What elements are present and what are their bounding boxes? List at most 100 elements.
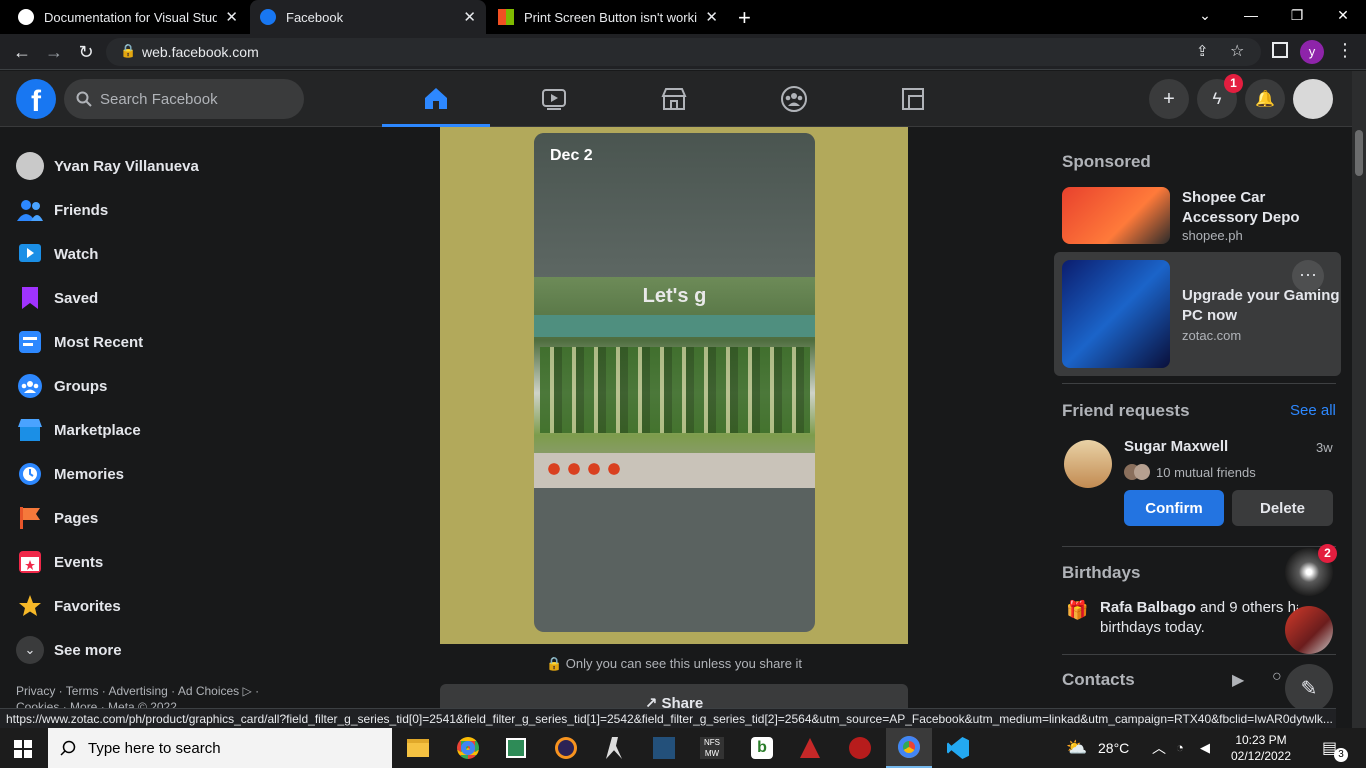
- eclipse-icon[interactable]: [546, 732, 586, 764]
- minimize-button[interactable]: —: [1228, 0, 1274, 30]
- wifi-icon[interactable]: ◔: [1176, 740, 1184, 755]
- close-icon[interactable]: ✕: [705, 8, 718, 26]
- weather-temp[interactable]: 28°C: [1098, 740, 1129, 756]
- maximize-button[interactable]: ❐: [1274, 0, 1320, 30]
- sidebar-see-more[interactable]: ⌄ See more: [16, 632, 122, 668]
- nav-home[interactable]: [382, 71, 490, 127]
- chrome-icon[interactable]: [448, 732, 488, 764]
- clock-time: 10:23 PM: [1235, 733, 1287, 747]
- address-bar[interactable]: 🔒 web.facebook.com ⇪ ☆: [106, 38, 1261, 66]
- account-avatar[interactable]: [1293, 79, 1333, 119]
- sidebar-item-memories[interactable]: Memories: [16, 456, 124, 492]
- bell-icon: 🔔: [1255, 91, 1275, 108]
- facebook-header: f Search Facebook + ϟ 1 🔔: [0, 71, 1352, 127]
- sidebar-item-events[interactable]: Events: [16, 544, 103, 580]
- tab-visual-studio-docs[interactable]: Documentation for Visual Studio ✕: [8, 0, 248, 34]
- menu-icon[interactable]: ⋮: [1336, 40, 1354, 61]
- sidebar-item-most-recent[interactable]: Most Recent: [16, 324, 143, 360]
- ad-zotac[interactable]: Upgrade your Gaming PC now zotac.com ···: [1054, 252, 1341, 376]
- sidebar-item-saved[interactable]: Saved: [16, 280, 98, 316]
- profile-avatar[interactable]: y: [1300, 40, 1324, 64]
- avatar[interactable]: [1064, 440, 1112, 488]
- create-button[interactable]: +: [1149, 79, 1189, 119]
- share-icon[interactable]: ⇪: [1196, 42, 1209, 60]
- volume-icon[interactable]: ◀: [1200, 740, 1210, 756]
- game-app-icon[interactable]: [594, 732, 634, 764]
- nfs-most-wanted-icon[interactable]: NFS MW: [692, 732, 732, 764]
- close-icon[interactable]: ✕: [225, 8, 238, 26]
- lock-icon: 🔒: [120, 43, 137, 58]
- ad-title: Upgrade your Gaming PC now: [1182, 287, 1340, 324]
- close-window-button[interactable]: ✕: [1320, 0, 1366, 30]
- friends-icon: [16, 196, 44, 224]
- contacts-title: Contacts: [1062, 670, 1135, 689]
- nav-marketplace[interactable]: [620, 71, 728, 127]
- spreadsheet-app-icon[interactable]: [496, 732, 536, 764]
- sidebar-item-favorites[interactable]: Favorites: [16, 588, 121, 624]
- side-panel-icon[interactable]: [1272, 42, 1288, 58]
- requester-name[interactable]: Sugar Maxwell: [1124, 438, 1228, 455]
- chevron-up-icon[interactable]: ︿: [1152, 738, 1166, 758]
- sidebar-item-friends[interactable]: Friends: [16, 192, 108, 228]
- sidebar-item-label: Most Recent: [54, 333, 144, 351]
- footer-links-2[interactable]: Cookies · More · Meta © 2022: [16, 700, 259, 708]
- reload-button[interactable]: ↻: [74, 40, 98, 64]
- confirm-button[interactable]: Confirm: [1124, 490, 1224, 526]
- more-options-icon[interactable]: ···: [1292, 260, 1324, 292]
- tab-facebook[interactable]: Facebook ✕: [250, 0, 486, 34]
- birthday-text[interactable]: Rafa Balbago and 9 others have birthdays…: [1100, 598, 1298, 638]
- back-button[interactable]: ←: [10, 40, 34, 64]
- new-tab-button[interactable]: +: [738, 5, 751, 31]
- sidebar-item-label: Pages: [54, 509, 99, 527]
- forward-button[interactable]: →: [42, 40, 66, 64]
- nav-groups[interactable]: [740, 71, 848, 127]
- counter-strike-icon[interactable]: [644, 732, 684, 764]
- windows-start-icon[interactable]: [14, 740, 32, 758]
- saved-icon: [16, 284, 44, 312]
- facebook-logo[interactable]: f: [16, 79, 56, 119]
- taskbar-clock[interactable]: 10:23 PM 02/12/2022: [1216, 732, 1306, 764]
- tab-print-screen[interactable]: Print Screen Button isn't working ✕: [488, 0, 728, 34]
- video-call-icon[interactable]: ▶: [1232, 670, 1244, 690]
- globe-icon: [18, 9, 34, 25]
- bookmark-star-icon[interactable]: ☆: [1230, 41, 1244, 61]
- close-icon[interactable]: ✕: [463, 8, 476, 26]
- video-icon: [542, 89, 566, 110]
- sidebar-item-marketplace[interactable]: Marketplace: [16, 412, 141, 448]
- sidebar-item-profile[interactable]: Yvan Ray Villanueva: [16, 148, 199, 184]
- sidebar-item-groups[interactable]: Groups: [16, 368, 107, 404]
- bandicam-icon[interactable]: b: [742, 732, 782, 764]
- ad-image: [1062, 187, 1170, 244]
- profile-name: Yvan Ray Villanueva: [54, 157, 199, 175]
- weather-icon[interactable]: ⛅: [1066, 738, 1087, 758]
- delete-button[interactable]: Delete: [1232, 490, 1333, 526]
- taskbar-search[interactable]: Type here to search: [48, 728, 392, 768]
- chevron-down-icon: ⌄: [16, 636, 44, 664]
- privacy-note: 🔒 Only you can see this unless you share…: [440, 656, 908, 672]
- ad-shopee[interactable]: Shopee Car Accessory Depo shopee.ph: [1054, 180, 1344, 250]
- gift-icon: 🎁: [1066, 600, 1089, 620]
- story-card[interactable]: Dec 2 Let's g: [534, 133, 815, 632]
- file-explorer-icon[interactable]: [398, 732, 438, 764]
- flower-decor: [544, 459, 624, 483]
- birthday-rest: and 9 others have: [1200, 599, 1298, 616]
- vscode-icon[interactable]: [938, 732, 978, 764]
- nav-watch[interactable]: [500, 71, 608, 127]
- sidebar-item-pages[interactable]: Pages: [16, 500, 98, 536]
- tab-search-icon[interactable]: ⌄: [1182, 0, 1228, 30]
- new-message-button[interactable]: ✎: [1285, 664, 1333, 712]
- game-launcher-icon[interactable]: [790, 732, 830, 764]
- notifications-button[interactable]: 🔔: [1245, 79, 1285, 119]
- chat-head-avatar[interactable]: [1285, 606, 1333, 654]
- media-app-icon[interactable]: [840, 732, 880, 764]
- see-all-link[interactable]: See all: [1290, 402, 1336, 419]
- nav-gaming[interactable]: [860, 71, 968, 127]
- search-icon[interactable]: ○: [1272, 668, 1282, 686]
- story-date: Dec 2: [550, 147, 593, 164]
- sidebar-item-watch[interactable]: Watch: [16, 236, 98, 272]
- chrome-active-icon[interactable]: [886, 728, 932, 768]
- footer-links[interactable]: Privacy · Terms · Advertising · Ad Choic…: [16, 684, 259, 698]
- scrollbar-thumb[interactable]: [1355, 130, 1363, 176]
- search-input[interactable]: Search Facebook: [64, 79, 304, 119]
- url-text: web.facebook.com: [142, 44, 259, 60]
